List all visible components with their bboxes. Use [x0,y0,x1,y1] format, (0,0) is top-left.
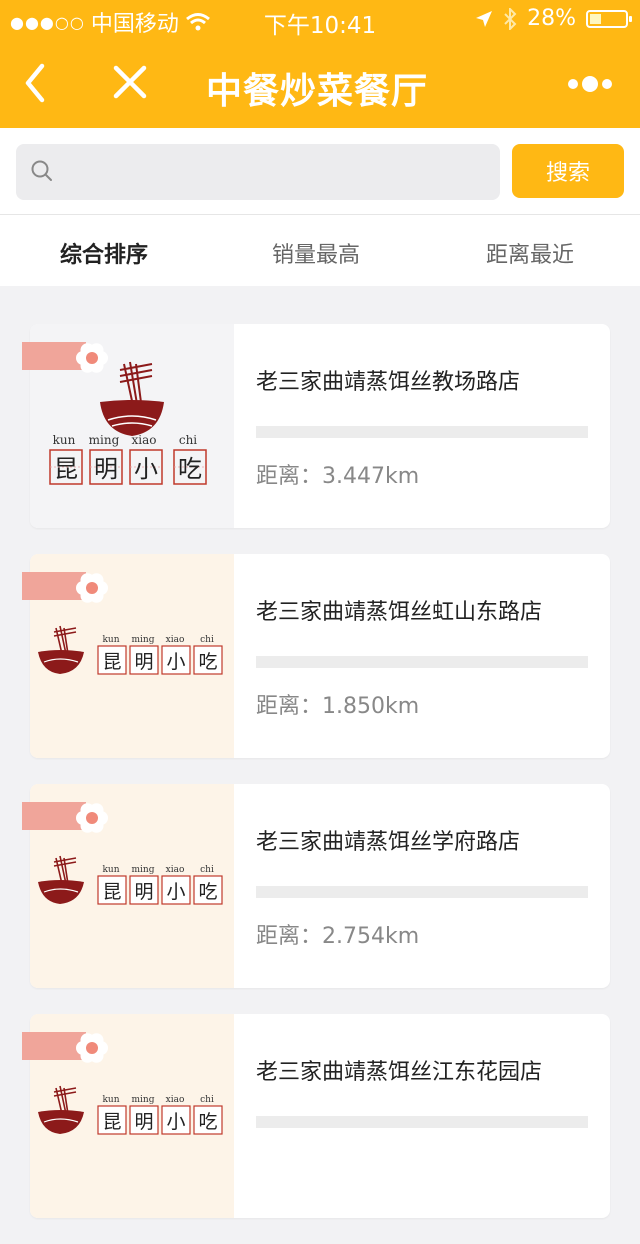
search-icon [31,160,52,181]
battery-level [590,13,601,24]
svg-text:chi: chi [200,635,214,645]
battery-icon [586,9,632,28]
tab-comprehensive[interactable]: 综合排序 [60,237,148,269]
svg-text:明: 明 [134,1111,153,1133]
dot [602,79,612,89]
store-distance: 距离：3.447km [256,464,420,489]
svg-text:小: 小 [166,1111,185,1133]
svg-text:kun: kun [102,865,119,875]
svg-text:昆: 昆 [102,881,121,903]
search-bar: 搜索 [0,128,640,214]
svg-text:明: 明 [94,455,118,483]
page-title: 中餐炒菜餐厅 [206,71,429,112]
svg-text:kun: kun [102,1095,119,1105]
svg-text:昆: 昆 [102,651,121,673]
tab-sales[interactable]: 销量最高 [272,237,360,269]
svg-text:xiao: xiao [166,635,185,645]
store-rating-bar [256,426,588,438]
svg-text:明: 明 [134,651,153,673]
svg-text:xiao: xiao [166,865,185,875]
store-name: 老三家曲靖蒸饵丝学府路店 [256,830,521,855]
svg-text:昆: 昆 [102,1111,121,1133]
dot [582,76,598,92]
store-card[interactable]: kun 昆 ming 明 xiao 小 chi 吃 老三家曲靖蒸饵丝学府路店 距离：2.754… [22,784,610,988]
svg-text:ming: ming [132,1095,155,1105]
flower-icon [76,343,108,373]
status-right: 28% [475,6,632,31]
back-arrow-icon[interactable] [16,58,60,108]
svg-text:chi: chi [200,1095,214,1105]
svg-text:小: 小 [166,881,185,903]
svg-text:xiao: xiao [132,433,157,447]
store-rating-bar [256,1116,588,1128]
svg-text:明: 明 [134,881,153,903]
svg-text:xiao: xiao [166,1095,185,1105]
svg-text:chi: chi [200,865,214,875]
tab-distance[interactable]: 距离最近 [486,237,574,269]
store-rating-bar [256,886,588,898]
store-card[interactable]: kun 昆 ming 明 xiao 小 chi 吃 老三家曲靖蒸饵丝教场路店 距离：3.447… [22,324,610,528]
flower-icon [76,1033,108,1063]
svg-text:ming: ming [132,635,155,645]
sort-tabs: 综合排序 销量最高 距离最近 [0,214,640,286]
svg-text:kun: kun [53,433,76,447]
bluetooth-icon [504,7,517,30]
svg-text:小: 小 [166,651,185,673]
flower-icon [76,803,108,833]
store-distance: 距离：2.754km [256,924,420,949]
dot [568,79,578,89]
svg-text:chi: chi [179,433,197,447]
svg-text:吃: 吃 [178,455,202,483]
svg-text:吃: 吃 [198,651,217,673]
svg-text:小: 小 [134,455,158,483]
store-card[interactable]: kun 昆 ming 明 xiao 小 chi 吃 老三家曲靖蒸饵丝虹山东路店 距离：1.85… [22,554,610,758]
store-card[interactable]: kun 昆 ming 明 xiao 小 chi 吃 老三家曲靖蒸饵丝江东花园店 [22,1014,610,1218]
search-button[interactable]: 搜索 [512,144,624,198]
svg-text:ming: ming [89,433,120,447]
more-dots-icon[interactable] [568,74,616,94]
store-name: 老三家曲靖蒸饵丝江东花园店 [256,1060,543,1085]
svg-text:ming: ming [132,865,155,875]
store-rating-bar [256,656,588,668]
svg-text:kun: kun [102,635,119,645]
svg-text:吃: 吃 [198,1111,217,1133]
svg-text:昆: 昆 [54,455,78,483]
status-bar: ●●●○○ 中国移动 下午10:41 28% [0,0,640,40]
svg-text:吃: 吃 [198,881,217,903]
flower-icon [76,573,108,603]
search-input[interactable] [16,144,500,200]
store-distance: 距离：1.850km [256,694,420,719]
store-name: 老三家曲靖蒸饵丝虹山东路店 [256,600,543,625]
nav-bar: 中餐炒菜餐厅 [0,40,640,128]
battery-percent: 28% [527,6,576,31]
store-name: 老三家曲靖蒸饵丝教场路店 [256,370,521,395]
store-list: kun 昆 ming 明 xiao 小 chi 吃 老三家曲靖蒸饵丝教场路店 距离：3.447… [22,324,610,1244]
location-arrow-icon [476,10,493,27]
close-icon[interactable] [108,58,152,108]
